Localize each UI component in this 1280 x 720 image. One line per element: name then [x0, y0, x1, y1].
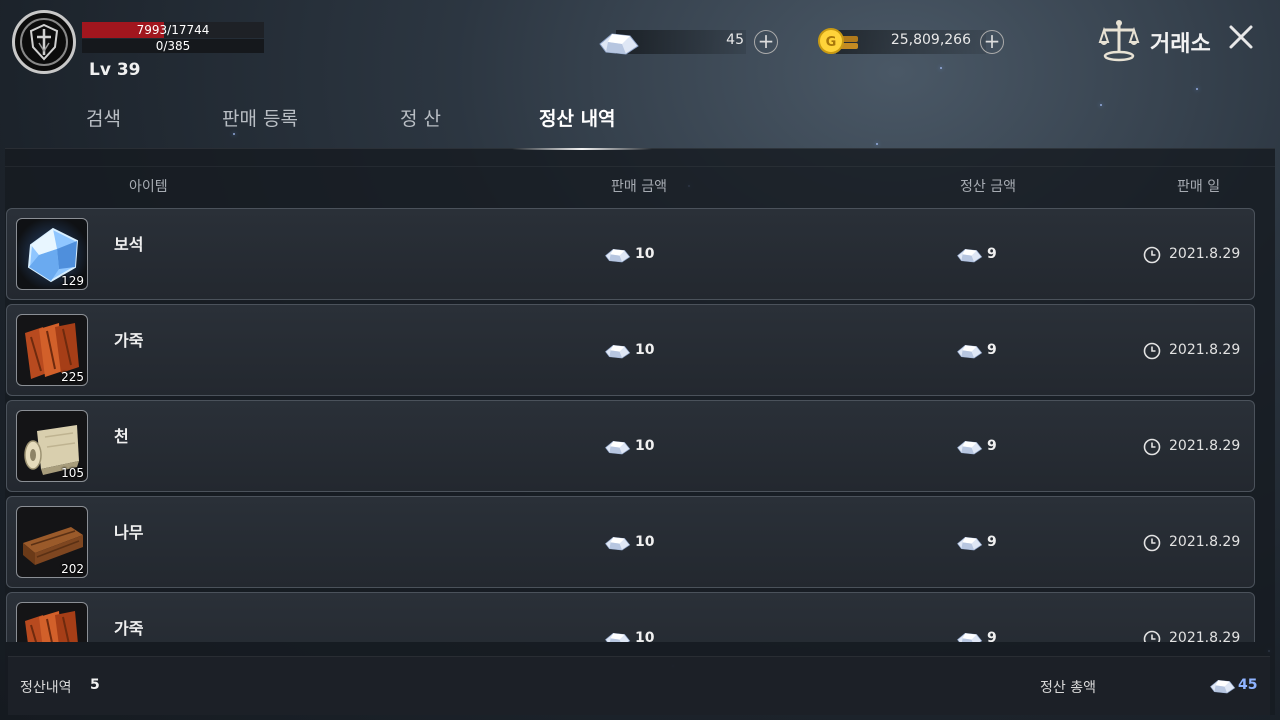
settle-amount: 9 [955, 629, 997, 642]
scales-icon [1098, 20, 1140, 62]
sale-price: 10 [603, 533, 654, 553]
sale-price: 10 [603, 245, 654, 265]
item-name: 보석 [114, 235, 144, 254]
sale-date-value: 2021.8.29 [1169, 438, 1241, 454]
class-emblem-icon[interactable] [12, 10, 76, 74]
item-quantity: 202 [61, 562, 84, 576]
leather-icon: 225 [16, 314, 88, 386]
summary-footer: 정산내역 5 정산 총액 45 [8, 656, 1270, 715]
settle-amount: 9 [955, 533, 997, 553]
sale-price-value: 10 [635, 630, 655, 642]
gem-amount: 45 [726, 32, 744, 48]
clock-icon [1143, 630, 1161, 642]
gem-icon [957, 632, 983, 642]
item-quantity: 129 [61, 274, 84, 288]
tab-register-sale[interactable]: 판매 등록 [222, 104, 298, 131]
sale-date-value: 2021.8.29 [1169, 246, 1241, 262]
list-item[interactable]: 129 보석 10 9 2021.8.29 [6, 208, 1255, 300]
column-header-settle-amount: 정산 금액 [960, 179, 1016, 195]
hp-bar: 7993/17744 [82, 22, 264, 38]
settle-amount-value: 9 [987, 342, 997, 358]
settle-amount-value: 9 [987, 630, 997, 642]
sale-price-value: 10 [635, 246, 655, 262]
gold-currency: G 25,809,266 + [816, 28, 1010, 56]
list-item[interactable]: 105 천 10 9 2021.8.29 [6, 400, 1255, 492]
list-item[interactable]: 가죽 10 9 2021.8.29 [6, 592, 1255, 642]
gem-icon [957, 536, 983, 551]
gem-icon [605, 536, 631, 551]
item-quantity: 225 [61, 370, 84, 384]
total-settle-value: 45 [1238, 677, 1258, 693]
item-quantity: 105 [61, 466, 84, 480]
gem-icon [605, 632, 631, 642]
list-item[interactable]: 202 나무 10 9 2021.8.29 [6, 496, 1255, 588]
column-header-item: 아이템 [129, 179, 168, 195]
close-icon[interactable] [1226, 22, 1256, 52]
gem-icon [957, 248, 983, 263]
hp-text: 7993/17744 [136, 23, 210, 37]
tab-settle[interactable]: 정 산 [400, 104, 441, 131]
cloth-icon: 105 [16, 410, 88, 482]
gold-amount: 25,809,266 [890, 32, 971, 48]
column-header-sale-date: 판매 일 [1177, 179, 1221, 195]
add-gem-button[interactable]: + [754, 30, 778, 54]
total-settle-label: 정산 총액 [1040, 680, 1096, 696]
top-bar: 7993/17744 0/385 Lv 39 45 + G 25,809,266… [0, 0, 1280, 86]
sale-date-value: 2021.8.29 [1169, 342, 1241, 358]
sparkle-decoration [1196, 88, 1198, 90]
settle-amount: 9 [955, 245, 997, 265]
gem-currency: 45 + [596, 28, 786, 56]
clock-icon [1143, 534, 1161, 552]
sale-price: 10 [603, 437, 654, 457]
gem-icon: 129 [16, 218, 88, 290]
sale-price: 10 [603, 341, 654, 361]
clock-icon [1143, 342, 1161, 360]
item-name: 나무 [114, 523, 144, 542]
column-header-sale-price: 판매 금액 [611, 179, 667, 195]
gold-coin-icon: G [818, 28, 858, 54]
settle-amount-value: 9 [987, 438, 997, 454]
history-count-value: 5 [90, 677, 100, 693]
player-level: Lv 39 [89, 60, 141, 80]
exchange-title-text: 거래소 [1150, 32, 1211, 57]
gem-icon [957, 440, 983, 455]
tab-settle-history[interactable]: 정산 내역 [539, 104, 616, 131]
list-item[interactable]: 225 가죽 10 9 2021.8.29 [6, 304, 1255, 396]
item-name: 천 [114, 427, 129, 446]
settle-amount-value: 9 [987, 534, 997, 550]
gem-icon [605, 344, 631, 359]
history-count-label: 정산내역 [20, 680, 72, 696]
tab-bar: 검색 판매 등록 정 산 정산 내역 [0, 96, 680, 154]
settle-amount-value: 9 [987, 246, 997, 262]
item-name: 가죽 [114, 331, 144, 350]
mp-text: 0/385 [155, 39, 191, 53]
history-list[interactable]: 129 보석 10 9 2021.8.29 225 가죽 10 9 2021.8… [6, 208, 1255, 642]
sale-price: 10 [603, 629, 654, 642]
header-divider [5, 166, 1275, 167]
sparkle-decoration [1100, 104, 1102, 106]
sale-price-value: 10 [635, 342, 655, 358]
gem-icon [605, 440, 631, 455]
clock-icon [1143, 246, 1161, 264]
sale-price-value: 10 [635, 534, 655, 550]
gem-icon [605, 248, 631, 263]
gem-icon [957, 344, 983, 359]
sale-date-value: 2021.8.29 [1169, 630, 1241, 642]
wood-icon: 202 [16, 506, 88, 578]
clock-icon [1143, 438, 1161, 456]
gem-icon [1210, 679, 1236, 694]
sparkle-decoration [876, 143, 878, 145]
gem-currency-icon [599, 33, 639, 55]
item-name: 가죽 [114, 619, 144, 638]
mp-bar: 0/385 [82, 39, 264, 53]
settle-amount: 9 [955, 437, 997, 457]
leather-icon [16, 602, 88, 642]
sale-price-value: 10 [635, 438, 655, 454]
settle-amount: 9 [955, 341, 997, 361]
add-gold-button[interactable]: + [980, 30, 1004, 54]
sale-date-value: 2021.8.29 [1169, 534, 1241, 550]
tab-search[interactable]: 검색 [86, 104, 121, 131]
active-tab-underline [512, 148, 652, 150]
svg-text:G: G [826, 35, 837, 50]
